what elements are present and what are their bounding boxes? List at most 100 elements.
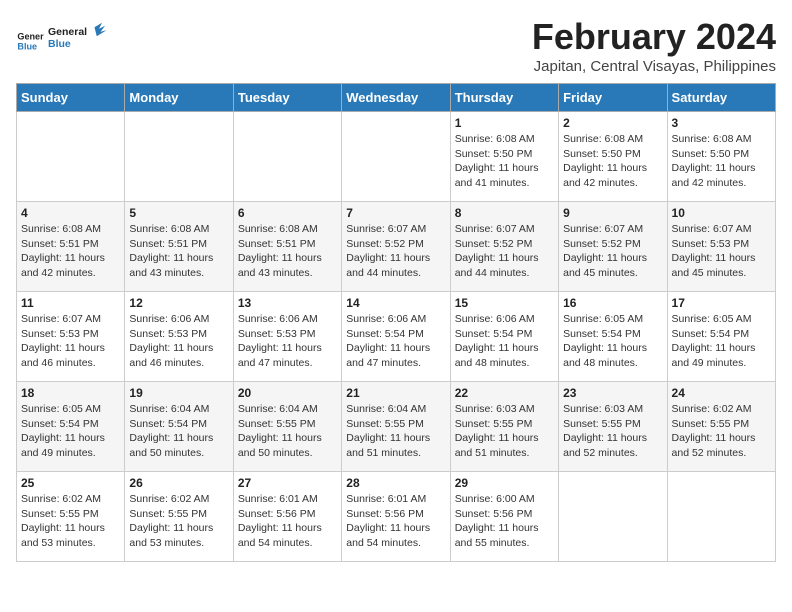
logo: General Blue General Blue [16,16,108,66]
calendar-cell: 9Sunrise: 6:07 AM Sunset: 5:52 PM Daylig… [559,202,667,292]
calendar-cell: 2 Sunrise: 6:08 AM Sunset: 5:50 PM Daylig… [559,112,667,202]
calendar-week-row: 1Sunrise: 6:08 AM Sunset: 5:50 PM Daylig… [17,112,776,202]
calendar-cell: 13 Sunrise: 6:06 AM Sunset: 5:53 PM Dayli… [233,292,341,382]
day-info: Sunrise: 6:07 AM Sunset: 5:53 PM Dayligh… [21,312,120,371]
calendar-cell [559,472,667,562]
calendar-cell: 18 Sunrise: 6:05 AM Sunset: 5:54 PM Dayli… [17,382,125,472]
day-info: Sunrise: 6:07 AM Sunset: 5:53 PM Dayligh… [672,222,771,281]
calendar-cell: 23 Sunrise: 6:03 AM Sunset: 5:55 PM Dayli… [559,382,667,472]
day-number: 3 [672,116,771,130]
calendar-cell: 4 Sunrise: 6:08 AM Sunset: 5:51 PM Daylig… [17,202,125,292]
main-title: February 2024 [532,16,776,58]
svg-text:Blue: Blue [48,38,71,50]
header-row: SundayMondayTuesdayWednesdayThursdayFrid… [17,84,776,112]
calendar-cell: 20Sunrise: 6:04 AM Sunset: 5:55 PM Dayli… [233,382,341,472]
weekday-header: Wednesday [342,84,450,112]
day-number: 21 [346,386,445,400]
day-number: 10 [672,206,771,220]
day-number: 6 [238,206,337,220]
calendar-cell: 3 Sunrise: 6:08 AM Sunset: 5:50 PM Daylig… [667,112,775,202]
calendar-cell: 24Sunrise: 6:02 AM Sunset: 5:55 PM Dayli… [667,382,775,472]
day-number: 14 [346,296,445,310]
weekday-header: Monday [125,84,233,112]
day-number: 15 [455,296,554,310]
day-info: Sunrise: 6:02 AM Sunset: 5:55 PM Dayligh… [21,492,120,551]
day-number: 23 [563,386,662,400]
day-info: Sunrise: 6:08 AM Sunset: 5:50 PM Dayligh… [563,132,662,191]
day-number: 5 [129,206,228,220]
weekday-header: Tuesday [233,84,341,112]
calendar-cell: 11 Sunrise: 6:07 AM Sunset: 5:53 PM Dayli… [17,292,125,382]
logo-bird-icon: General Blue [48,16,108,61]
day-info: Sunrise: 6:01 AM Sunset: 5:56 PM Dayligh… [346,492,445,551]
day-info: Sunrise: 6:07 AM Sunset: 5:52 PM Dayligh… [455,222,554,281]
calendar-cell: 15Sunrise: 6:06 AM Sunset: 5:54 PM Dayli… [450,292,558,382]
day-info: Sunrise: 6:08 AM Sunset: 5:50 PM Dayligh… [455,132,554,191]
day-number: 7 [346,206,445,220]
header: General Blue General Blue February 2024 … [16,16,776,75]
calendar-cell: 22 Sunrise: 6:03 AM Sunset: 5:55 PM Dayli… [450,382,558,472]
calendar-cell: 16 Sunrise: 6:05 AM Sunset: 5:54 PM Dayli… [559,292,667,382]
day-info: Sunrise: 6:08 AM Sunset: 5:51 PM Dayligh… [238,222,337,281]
calendar-table: SundayMondayTuesdayWednesdayThursdayFrid… [16,83,776,562]
day-number: 11 [21,296,120,310]
day-number: 26 [129,476,228,490]
calendar-cell [233,112,341,202]
calendar-week-row: 18 Sunrise: 6:05 AM Sunset: 5:54 PM Dayli… [17,382,776,472]
day-number: 27 [238,476,337,490]
logo-icon: General Blue [16,27,44,55]
day-info: Sunrise: 6:07 AM Sunset: 5:52 PM Dayligh… [346,222,445,281]
day-number: 8 [455,206,554,220]
calendar-cell [667,472,775,562]
day-info: Sunrise: 6:00 AM Sunset: 5:56 PM Dayligh… [455,492,554,551]
day-number: 13 [238,296,337,310]
calendar-cell: 1Sunrise: 6:08 AM Sunset: 5:50 PM Daylig… [450,112,558,202]
day-info: Sunrise: 6:08 AM Sunset: 5:51 PM Dayligh… [129,222,228,281]
calendar-cell [342,112,450,202]
calendar-cell: 25Sunrise: 6:02 AM Sunset: 5:55 PM Dayli… [17,472,125,562]
day-number: 22 [455,386,554,400]
calendar-cell: 29Sunrise: 6:00 AM Sunset: 5:56 PM Dayli… [450,472,558,562]
subtitle: Japitan, Central Visayas, Philippines [532,58,776,75]
day-info: Sunrise: 6:04 AM Sunset: 5:54 PM Dayligh… [129,402,228,461]
day-number: 17 [672,296,771,310]
svg-text:General: General [17,32,44,42]
calendar-week-row: 11 Sunrise: 6:07 AM Sunset: 5:53 PM Dayli… [17,292,776,382]
day-info: Sunrise: 6:05 AM Sunset: 5:54 PM Dayligh… [563,312,662,371]
day-number: 18 [21,386,120,400]
day-info: Sunrise: 6:03 AM Sunset: 5:55 PM Dayligh… [563,402,662,461]
day-info: Sunrise: 6:08 AM Sunset: 5:51 PM Dayligh… [21,222,120,281]
calendar-cell: 19 Sunrise: 6:04 AM Sunset: 5:54 PM Dayli… [125,382,233,472]
day-number: 12 [129,296,228,310]
calendar-cell [125,112,233,202]
calendar-cell: 6 Sunrise: 6:08 AM Sunset: 5:51 PM Daylig… [233,202,341,292]
calendar-cell: 8 Sunrise: 6:07 AM Sunset: 5:52 PM Daylig… [450,202,558,292]
calendar-cell: 28Sunrise: 6:01 AM Sunset: 5:56 PM Dayli… [342,472,450,562]
day-info: Sunrise: 6:05 AM Sunset: 5:54 PM Dayligh… [21,402,120,461]
calendar-cell: 12Sunrise: 6:06 AM Sunset: 5:53 PM Dayli… [125,292,233,382]
calendar-cell [17,112,125,202]
day-info: Sunrise: 6:06 AM Sunset: 5:53 PM Dayligh… [238,312,337,371]
day-info: Sunrise: 6:08 AM Sunset: 5:50 PM Dayligh… [672,132,771,191]
day-number: 16 [563,296,662,310]
day-info: Sunrise: 6:03 AM Sunset: 5:55 PM Dayligh… [455,402,554,461]
day-number: 20 [238,386,337,400]
calendar-cell: 26 Sunrise: 6:02 AM Sunset: 5:55 PM Dayli… [125,472,233,562]
day-number: 4 [21,206,120,220]
day-number: 19 [129,386,228,400]
day-info: Sunrise: 6:01 AM Sunset: 5:56 PM Dayligh… [238,492,337,551]
weekday-header: Thursday [450,84,558,112]
calendar-week-row: 25Sunrise: 6:02 AM Sunset: 5:55 PM Dayli… [17,472,776,562]
weekday-header: Saturday [667,84,775,112]
calendar-cell: 5 Sunrise: 6:08 AM Sunset: 5:51 PM Daylig… [125,202,233,292]
day-info: Sunrise: 6:02 AM Sunset: 5:55 PM Dayligh… [672,402,771,461]
calendar-cell: 17Sunrise: 6:05 AM Sunset: 5:54 PM Dayli… [667,292,775,382]
day-info: Sunrise: 6:02 AM Sunset: 5:55 PM Dayligh… [129,492,228,551]
day-number: 2 [563,116,662,130]
calendar-cell: 21Sunrise: 6:04 AM Sunset: 5:55 PM Dayli… [342,382,450,472]
weekday-header: Friday [559,84,667,112]
calendar-cell: 10 Sunrise: 6:07 AM Sunset: 5:53 PM Dayli… [667,202,775,292]
weekday-header: Sunday [17,84,125,112]
svg-text:Blue: Blue [17,41,37,51]
calendar-cell: 7 Sunrise: 6:07 AM Sunset: 5:52 PM Daylig… [342,202,450,292]
